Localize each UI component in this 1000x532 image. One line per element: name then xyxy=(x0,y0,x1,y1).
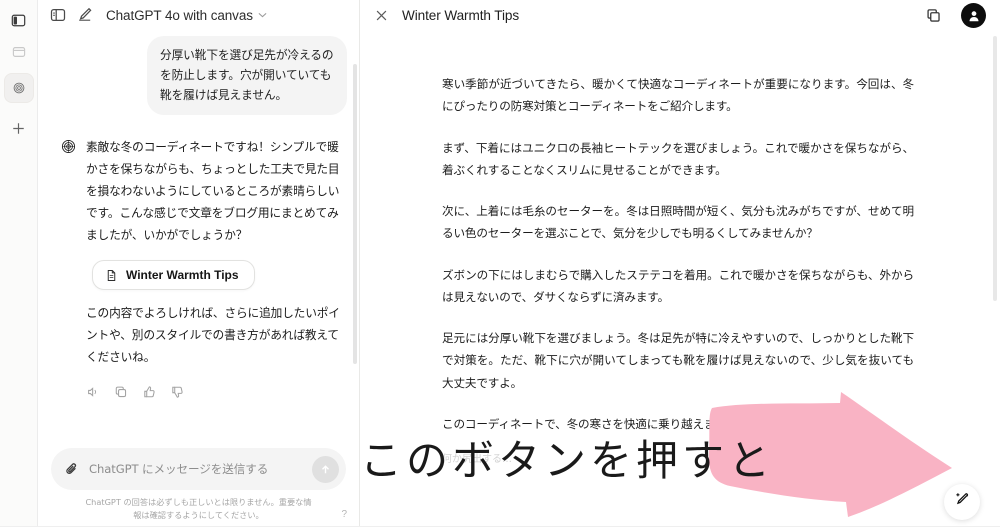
chat-scrollbar[interactable] xyxy=(353,64,357,364)
sidebar-toggle-icon[interactable] xyxy=(50,7,66,23)
window-icon-button[interactable] xyxy=(5,38,33,66)
canvas-chip-label: Winter Warmth Tips xyxy=(126,268,239,283)
help-badge[interactable]: ? xyxy=(341,509,347,520)
canvas-paragraph: 足元には分厚い靴下を選びましょう。冬は足先が特に冷えやすいので、しっかりとした靴… xyxy=(442,331,914,390)
canvas-title: Winter Warmth Tips xyxy=(402,8,520,23)
model-selector[interactable]: ChatGPT 4o with canvas xyxy=(106,8,267,23)
plus-icon-button[interactable] xyxy=(5,114,33,142)
canvas-paragraph: まず、下着にはユニクロの長袖ヒートテックを選びましょう。これで暖かさを保ちながら… xyxy=(442,140,914,177)
assistant-message-body: 素敵な冬のコーディネートですね！シンプルで暖かさを保ちながらも、ちょっとした工夫… xyxy=(86,136,347,399)
canvas-scrollbar[interactable] xyxy=(993,36,997,301)
canvas-paragraph: このコーディネートで、冬の寒さを快適に乗り越えましょう！ xyxy=(442,416,762,431)
chat-scroll-area[interactable]: 分厚い靴下を選び足先が冷えるのを防止します。穴が開いていても靴を履けば見えません… xyxy=(38,30,359,442)
user-message-bubble: 分厚い靴下を選び足先が冷えるのを防止します。穴が開いていても靴を履けば見えません… xyxy=(147,36,347,116)
disclaimer-text: ChatGPT の回答は必ずしも正しいとは限りません。重要な情報は確認するように… xyxy=(85,497,312,520)
document-icon xyxy=(105,269,118,282)
chevron-down-icon xyxy=(258,11,267,20)
assistant-avatar-icon xyxy=(60,138,77,155)
canvas-paragraph: 次に、上着には毛糸のセーターを。冬は日照時間が短く、気分も沈みがちですが、せめて… xyxy=(442,204,914,241)
sidebar-panel-icon xyxy=(11,13,26,28)
send-button[interactable] xyxy=(312,455,339,483)
assistant-message-row: 素敵な冬のコーディネートですね！シンプルで暖かさを保ちながらも、ちょっとした工夫… xyxy=(50,136,347,399)
magic-pencil-icon xyxy=(954,491,971,513)
message-actions xyxy=(86,385,347,399)
openai-logo-icon xyxy=(12,81,26,95)
paperclip-icon[interactable] xyxy=(64,461,80,477)
window-bottom-edge xyxy=(0,526,1000,532)
window-icon xyxy=(12,45,26,59)
canvas-document-chip[interactable]: Winter Warmth Tips xyxy=(92,260,255,291)
canvas-header: Winter Warmth Tips xyxy=(360,0,1000,31)
sidebar-panel-icon-button[interactable] xyxy=(5,6,33,34)
assistant-message-text: 素敵な冬のコーディネートですね！シンプルで暖かさを保ちながらも、ちょっとした工夫… xyxy=(86,140,340,243)
magic-pencil-icon-button[interactable] xyxy=(944,484,980,520)
chat-header: ChatGPT 4o with canvas xyxy=(38,0,359,30)
copy-icon[interactable] xyxy=(114,385,128,399)
new-chat-pencil-icon[interactable] xyxy=(77,7,93,23)
speaker-icon[interactable] xyxy=(86,385,100,399)
copy-icon[interactable] xyxy=(925,7,942,24)
composer-wrapper: ChatGPT にメッセージを送信する ChatGPT の回答は必ずしも正しいと… xyxy=(38,442,359,532)
plus-icon xyxy=(11,121,26,136)
close-x-icon[interactable] xyxy=(374,8,389,23)
user-message-row: 分厚い靴下を選び足先が冷えるのを防止します。穴が開いていても靴を履けば見えません… xyxy=(50,36,347,116)
assistant-followup-text: この内容でよろしければ、さらに追加したいポイントや、別のスタイルでの書き方があれ… xyxy=(86,306,340,365)
canvas-paragraph: ズボンの下にはしまむらで購入したステテコを着用。これで暖かさを保ちながらも、外か… xyxy=(442,267,914,304)
canvas-paragraph: 寒い季節が近づいてきたら、暖かくて快適なコーディネートが重要になります。今回は、… xyxy=(442,77,914,114)
chatgpt-canvas-screen: ChatGPT 4o with canvas 分厚い靴下を選び足先が冷えるのを防… xyxy=(0,0,1000,532)
annotation-caption: このボタンを押すと xyxy=(360,436,775,485)
thumbs-down-icon[interactable] xyxy=(170,385,184,399)
left-rail xyxy=(0,0,38,532)
message-composer[interactable]: ChatGPT にメッセージを送信する xyxy=(51,448,346,491)
message-input[interactable]: ChatGPT にメッセージを送信する xyxy=(89,461,303,477)
openai-logo-icon-button[interactable] xyxy=(4,74,33,102)
user-avatar-icon[interactable] xyxy=(961,3,986,28)
chat-panel: ChatGPT 4o with canvas 分厚い靴下を選び足先が冷えるのを防… xyxy=(38,0,360,532)
thumbs-up-icon[interactable] xyxy=(142,385,156,399)
model-name: ChatGPT 4o with canvas xyxy=(106,7,253,23)
